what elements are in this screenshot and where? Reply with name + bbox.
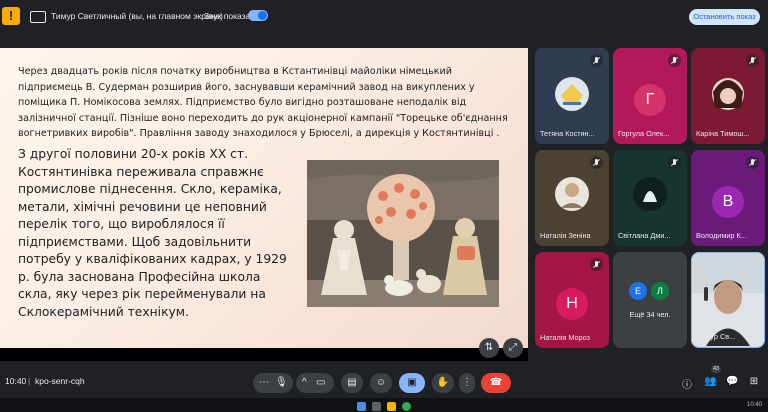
participant-name: Наталія Мороз xyxy=(540,333,590,342)
avatar: Е xyxy=(629,282,647,300)
search-icon[interactable] xyxy=(372,402,381,411)
more-vert-icon: ⋮ xyxy=(462,377,472,388)
present-button[interactable]: ▣ xyxy=(399,373,425,393)
participant-tile[interactable]: В Володимир К... xyxy=(691,150,765,246)
more-options-button[interactable]: ⋮ xyxy=(459,373,475,393)
avatar: Л xyxy=(651,282,669,300)
participants-count-badge: 43 xyxy=(711,365,721,373)
participant-name: Наталія Зеніна xyxy=(540,231,591,240)
self-view-tile[interactable]: Тимур Св... ⋮ xyxy=(691,252,765,348)
participant-tile[interactable]: Світлана Дми... xyxy=(613,150,687,246)
slide-paragraph-1: Через двадцать років після початку вироб… xyxy=(18,66,508,139)
avatar: В xyxy=(712,186,744,218)
mic-off-icon xyxy=(746,54,759,67)
more-participants-tile[interactable]: Е Л Ещё 34 чел. xyxy=(613,252,687,348)
screen-share-icon xyxy=(30,11,46,23)
camera-button[interactable]: ^ ▭ xyxy=(296,373,334,393)
camera-icon: ▭ xyxy=(316,377,326,388)
chevron-up-icon: ^ xyxy=(302,377,307,388)
hand-icon: ✋ xyxy=(436,377,450,388)
meeting-code: kpo-senr-cqh xyxy=(35,376,85,386)
os-taskbar: 10:40 xyxy=(0,398,768,412)
avatar: Н xyxy=(556,288,588,320)
pin-icon[interactable]: ⇅ xyxy=(479,338,499,358)
taskbar-clock: 10:40 xyxy=(746,402,762,408)
ceramics-photo xyxy=(307,160,499,307)
participant-tile[interactable]: Н Наталія Мороз xyxy=(535,252,609,348)
chrome-icon[interactable] xyxy=(402,402,411,411)
presentation-area: Через двадцать років після початку вироб… xyxy=(0,48,528,361)
mic-off-icon xyxy=(590,54,603,67)
captions-button[interactable]: ▤ xyxy=(341,373,363,393)
expand-icon[interactable]: ⤢ xyxy=(503,338,523,358)
participant-name: Володимир К... xyxy=(696,231,747,240)
participant-tile[interactable]: Наталія Зеніна xyxy=(535,150,609,246)
stop-presenting-button[interactable]: Остановить показ xyxy=(689,9,760,25)
more-participants-label: Ещё 34 чел. xyxy=(629,310,671,319)
participant-name: Каріна Тимош... xyxy=(696,129,750,138)
avatar: Г xyxy=(634,84,666,116)
emoji-button[interactable]: ☺ xyxy=(370,373,392,393)
mic-off-icon xyxy=(590,258,603,271)
people-icon[interactable]: 👥 xyxy=(704,376,716,387)
participant-name: Світлана Дми... xyxy=(618,231,671,240)
warning-icon[interactable]: ! xyxy=(2,7,20,25)
windows-start-icon[interactable] xyxy=(357,402,366,411)
presenter-text: Тимур Светличный (вы, на главном экране) xyxy=(51,11,223,21)
activities-icon[interactable]: ⊞ xyxy=(748,376,760,387)
ceramics-illustration xyxy=(307,160,499,307)
mic-icon: 🎙 xyxy=(275,377,288,388)
participant-name: Тимур Св... xyxy=(697,332,736,341)
hang-up-button[interactable]: ☎ xyxy=(481,373,511,393)
phone-hangup-icon: ☎ xyxy=(489,377,503,388)
slide: Через двадцать років після початку вироб… xyxy=(0,48,528,348)
clock: 10:40 xyxy=(5,376,27,386)
participant-name: Тетяна Костян... xyxy=(540,129,595,138)
explorer-icon[interactable] xyxy=(387,402,396,411)
emoji-icon: ☺ xyxy=(375,377,387,388)
slide-paragraph-2: З другої половини 20-х років ХХ ст. Кост… xyxy=(18,147,287,319)
mic-off-icon xyxy=(590,156,603,169)
raise-hand-button[interactable]: ✋ xyxy=(432,373,454,393)
info-icon[interactable]: ⓘ xyxy=(681,376,693,391)
top-bar: ! Тимур Светличный (вы, на главном экран… xyxy=(0,0,768,34)
chat-icon[interactable]: 💬 xyxy=(726,376,738,387)
participant-tile[interactable]: Г Горгула Олек... xyxy=(613,48,687,144)
mic-off-icon xyxy=(668,54,681,67)
mic-off-icon xyxy=(668,156,681,169)
participant-name: Горгула Олек... xyxy=(618,129,670,138)
participant-tile[interactable]: Каріна Тимош... xyxy=(691,48,765,144)
sound-toggle[interactable] xyxy=(248,10,268,21)
audio-level-icon: ⋯ xyxy=(259,377,269,388)
present-icon: ▣ xyxy=(407,377,417,388)
sound-label: Звук показа xyxy=(204,11,251,21)
participant-tile[interactable]: Тетяна Костян... xyxy=(535,48,609,144)
mic-off-icon xyxy=(746,156,759,169)
mic-button[interactable]: ⋯ 🎙 xyxy=(253,373,293,393)
control-bar: 10:40 | kpo-senr-cqh ⋯ 🎙 ^ ▭ ▤ ☺ ▣ ✋ ⋮ ☎… xyxy=(0,365,768,396)
separator: | xyxy=(28,376,31,386)
more-options-icon[interactable]: ⋮ xyxy=(749,330,758,341)
captions-icon: ▤ xyxy=(347,377,357,388)
